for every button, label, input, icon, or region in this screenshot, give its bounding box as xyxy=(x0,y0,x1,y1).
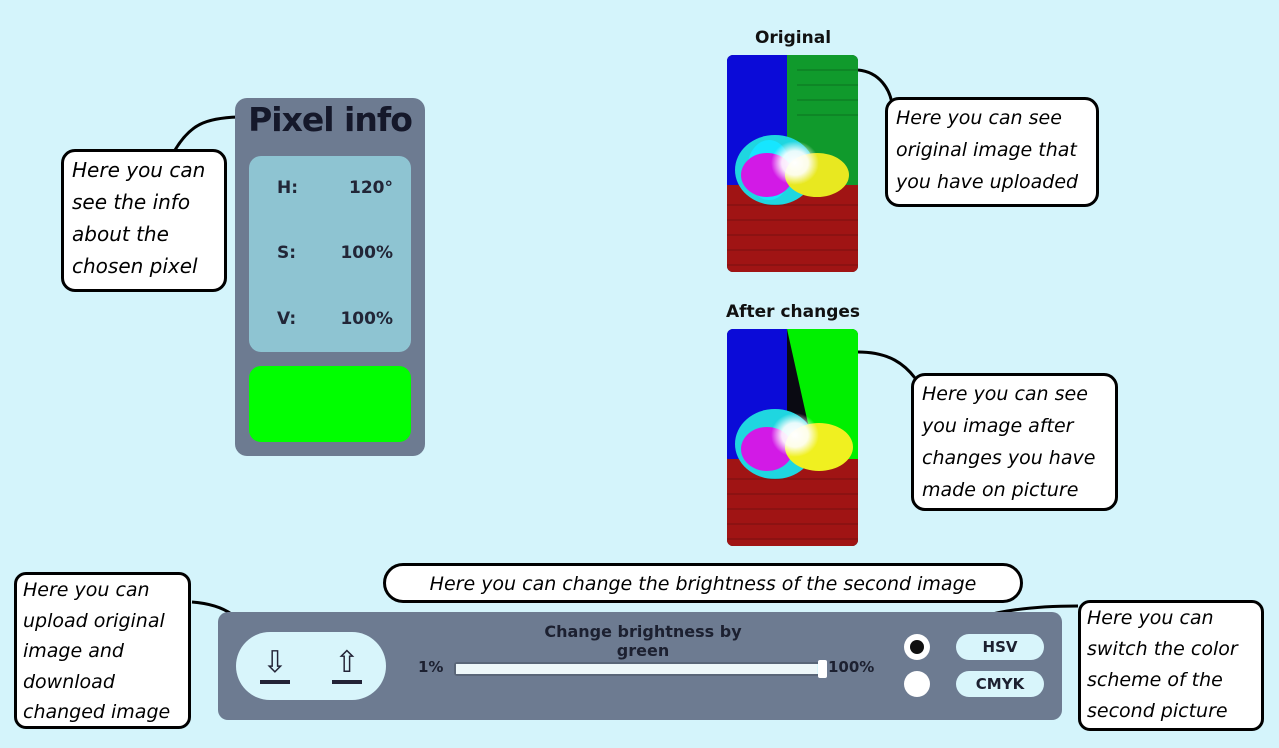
after-changes-image[interactable] xyxy=(727,329,858,546)
callout-color-scheme: Here you can switch the color scheme of … xyxy=(1078,600,1264,731)
callout-after-image: Here you can see you image after changes… xyxy=(911,373,1118,511)
slider-thumb[interactable] xyxy=(818,660,827,678)
slider-fill xyxy=(456,664,817,674)
value-value: 100% xyxy=(340,309,393,329)
radio-selected-dot xyxy=(910,640,924,654)
pixel-info-panel: Pixel info H: 120° S: 100% V: 100% xyxy=(235,98,425,456)
original-image[interactable] xyxy=(727,55,858,272)
hue-label: H: xyxy=(277,178,299,198)
hue-value: 120° xyxy=(349,178,393,198)
pixel-color-swatch xyxy=(249,366,411,442)
after-image-title: After changes xyxy=(725,302,861,322)
callout-original-image: Here you can see original image that you… xyxy=(885,97,1099,207)
hsv-button[interactable]: HSV xyxy=(956,634,1044,660)
callout-brightness: Here you can change the brightness of th… xyxy=(383,563,1023,603)
upload-image-button[interactable]: ⇩ xyxy=(258,646,292,686)
cmyk-radio[interactable] xyxy=(904,671,930,697)
download-image-button[interactable]: ⇧ xyxy=(330,646,364,686)
hsv-radio[interactable] xyxy=(904,634,930,660)
hsv-values-box: H: 120° S: 100% V: 100% xyxy=(249,156,411,352)
slider-title: Change brightness by green xyxy=(544,622,742,660)
brightness-slider[interactable] xyxy=(454,662,826,676)
download-arrow-icon: ⇩ xyxy=(262,645,288,680)
upload-arrow-icon: ⇧ xyxy=(334,645,360,680)
slider-max-label: 100% xyxy=(828,658,875,676)
control-bar: ⇩ ⇧ Change brightness by green 1% 100% H… xyxy=(218,612,1062,720)
pixel-info-title: Pixel info xyxy=(248,100,413,139)
cmyk-button[interactable]: CMYK xyxy=(956,671,1044,697)
value-label: V: xyxy=(277,309,297,329)
upload-download-group: ⇩ ⇧ xyxy=(236,632,386,700)
saturation-label: S: xyxy=(277,243,297,263)
original-image-title: Original xyxy=(754,28,832,48)
callout-pixel-info: Here you can see the info about the chos… xyxy=(61,149,227,292)
saturation-value: 100% xyxy=(340,243,393,263)
slider-min-label: 1% xyxy=(418,658,444,676)
callout-upload-download: Here you can upload original image and d… xyxy=(14,572,191,729)
